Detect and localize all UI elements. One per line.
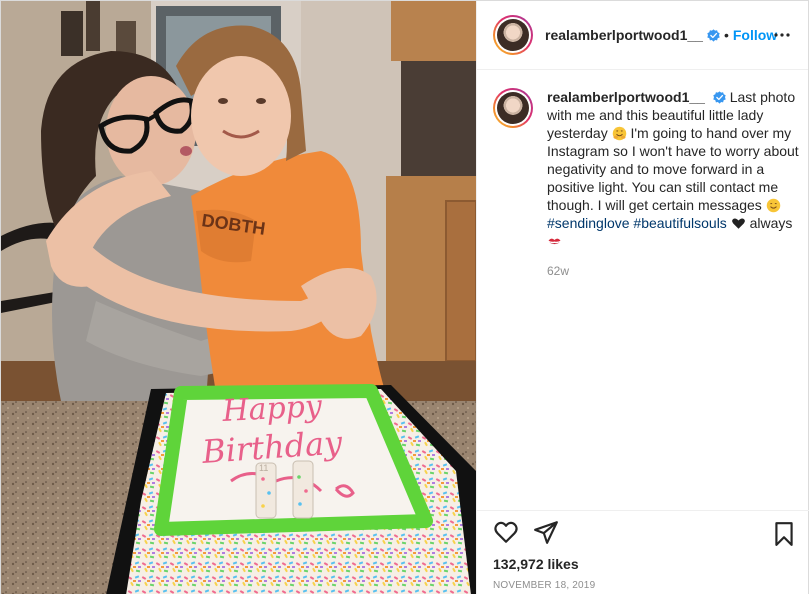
kiss-mark-emoji-icon	[548, 238, 561, 245]
avatar[interactable]	[493, 15, 533, 55]
caption-part-3: always	[749, 215, 793, 231]
smiling-face-emoji-icon	[766, 198, 780, 213]
verified-badge-icon	[707, 28, 720, 42]
verified-badge-icon	[713, 91, 726, 104]
more-horizontal-icon[interactable]	[774, 27, 790, 43]
hashtag-sendinglove[interactable]: #sendinglove	[547, 215, 630, 231]
action-icons-row	[477, 511, 809, 553]
post-actions: 132,972 likes NOVEMBER 18, 2019	[477, 510, 809, 591]
post-header: realamberlportwood1__ • Follow	[477, 1, 808, 70]
caption-text: realamberlportwood1__ Last photo with me…	[547, 88, 799, 250]
post-caption: realamberlportwood1__ Last photo with me…	[493, 88, 799, 278]
post-date[interactable]: NOVEMBER 18, 2019	[477, 580, 809, 591]
hugging-face-emoji-icon	[612, 126, 626, 141]
instagram-post: DOBTH Happy Birthday 11 realamberlportwo…	[0, 0, 809, 594]
post-photo[interactable]: DOBTH Happy Birthday 11	[1, 1, 476, 594]
candle-number: 11	[259, 463, 268, 473]
header-separator: •	[723, 27, 729, 43]
caption-avatar[interactable]	[493, 88, 533, 128]
hashtag-beautifulsouls[interactable]: #beautifulsouls	[633, 215, 726, 231]
header-username[interactable]: realamberlportwood1__	[545, 27, 703, 43]
bookmark-icon[interactable]	[771, 521, 797, 547]
photo-illustration: DOBTH Happy Birthday 11	[1, 1, 476, 594]
follow-button[interactable]: Follow	[733, 27, 777, 43]
black-heart-emoji-icon	[731, 218, 745, 229]
heart-outline-icon[interactable]	[493, 519, 519, 545]
likes-count[interactable]: 132,972 likes	[477, 556, 809, 572]
paper-plane-icon[interactable]	[533, 519, 559, 545]
post-side-panel: realamberlportwood1__ • Follow realamber…	[476, 1, 809, 594]
post-time-ago[interactable]: 62w	[547, 264, 799, 278]
caption-username[interactable]: realamberlportwood1__	[547, 89, 705, 105]
cake-text-happy: Happy	[221, 389, 324, 429]
